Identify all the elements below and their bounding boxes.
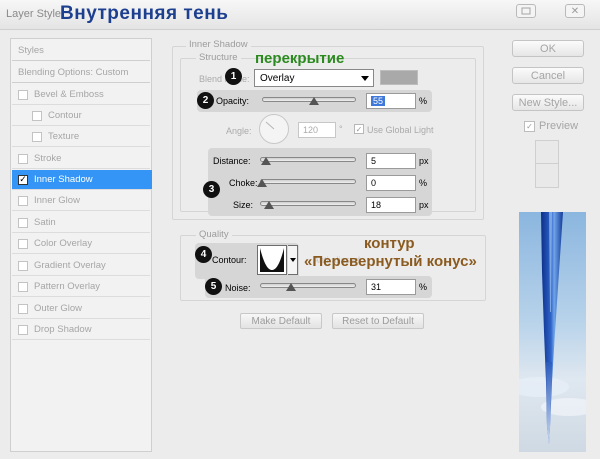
noise-label: Noise: [225,283,251,293]
blend-mode-value: Overlay [260,72,295,84]
style-item-inner-glow[interactable]: Inner Glow [12,191,150,211]
distance-unit: px [419,156,429,166]
angle-field[interactable]: 120 [298,122,336,138]
noise-slider-thumb[interactable] [286,283,297,291]
drop-shadow-checkbox[interactable] [18,324,28,335]
styles-list: Styles Blending Options: Custom Bevel & … [10,38,152,452]
distance-slider-thumb[interactable] [260,157,271,165]
size-label: Size: [233,200,254,210]
noise-unit: % [419,282,428,292]
new-style-button[interactable]: New Style... [512,94,584,111]
step-marker-5: 5 [205,278,222,295]
preview-label: Preview [539,120,579,132]
inner-shadow-checkbox[interactable]: ✓ [18,174,28,185]
opacity-label: Opacity: [216,96,250,106]
style-item-blending-options[interactable]: Blending Options: Custom [12,63,150,83]
opacity-field[interactable]: 55 [366,93,416,109]
preview-checkbox[interactable]: ✓ [524,121,535,132]
blend-color-swatch[interactable] [380,70,418,85]
chevron-down-icon [361,76,369,81]
choke-label: Choke: [229,178,258,188]
style-item-gradient-overlay[interactable]: Gradient Overlay [12,256,150,276]
color-overlay-checkbox[interactable] [18,238,28,249]
contour-checkbox[interactable] [32,110,42,121]
pattern-overlay-checkbox[interactable] [18,281,28,292]
opacity-unit: % [419,96,428,106]
style-item-texture[interactable]: Texture [12,127,150,147]
step-marker-3: 3 [203,181,220,198]
style-item-satin[interactable]: Satin [12,213,150,233]
gradient-overlay-checkbox[interactable] [18,260,28,271]
chevron-down-icon [289,258,296,262]
angle-unit: ° [339,124,343,134]
distance-slider[interactable] [260,157,356,162]
size-slider[interactable] [260,201,356,206]
outer-glow-checkbox[interactable] [18,303,28,314]
size-field[interactable]: 18 [366,197,416,213]
angle-dial[interactable] [259,114,289,144]
annotation-overlap: перекрытие [255,50,345,67]
opacity-slider-thumb[interactable] [308,97,319,105]
inner-shadow-group-title: Inner Shadow [186,39,251,50]
choke-slider[interactable] [260,179,356,184]
preview-swatch [535,140,559,164]
choke-slider-thumb[interactable] [257,179,267,187]
inverted-cone-contour-icon [260,248,284,272]
annotation-contour: контур [364,235,415,252]
size-slider-thumb[interactable] [263,201,274,209]
step-marker-1: 1 [225,68,242,85]
noise-field[interactable]: 31 [366,279,416,295]
tutorial-title: Внутренняя тень [60,3,229,24]
style-item-bevel-emboss[interactable]: Bevel & Emboss [12,85,150,105]
minimize-icon[interactable] [516,4,536,18]
quality-title: Quality [196,229,232,240]
satin-checkbox[interactable] [18,217,28,228]
style-item-pattern-overlay[interactable]: Pattern Overlay [12,277,150,297]
close-icon[interactable]: ✕ [565,4,585,18]
reset-to-default-button[interactable]: Reset to Default [332,313,424,329]
style-item-drop-shadow[interactable]: Drop Shadow [12,320,150,340]
size-unit: px [419,200,429,210]
styles-header[interactable]: Styles [12,41,150,61]
icicle-preview-image [519,212,586,452]
angle-label: Angle: [226,126,252,136]
texture-checkbox[interactable] [32,131,42,142]
stroke-checkbox[interactable] [18,153,28,164]
contour-picker[interactable] [257,245,287,275]
structure-title: Structure [196,52,241,63]
step-marker-4: 4 [195,246,212,263]
choke-field[interactable]: 0 [366,175,416,191]
blend-mode-select[interactable]: Overlay [254,69,374,87]
make-default-button[interactable]: Make Default [240,313,322,329]
inner-glow-checkbox[interactable] [18,195,28,206]
window-title: Layer Style [6,8,62,20]
global-light-checkbox[interactable]: ✓ [354,124,364,134]
preview-swatch-lower [535,164,559,188]
contour-label: Contour: [212,255,247,265]
bevel-emboss-checkbox[interactable] [18,89,28,100]
style-item-inner-shadow[interactable]: ✓ Inner Shadow [12,170,152,190]
style-item-color-overlay[interactable]: Color Overlay [12,234,150,254]
annotation-inverted-cone: «Перевернутый конус» [304,253,477,270]
noise-slider[interactable] [260,283,356,288]
global-light-label: Use Global Light [367,125,434,135]
style-item-stroke[interactable]: Stroke [12,149,150,169]
ok-button[interactable]: OK [512,40,584,57]
distance-label: Distance: [213,156,251,166]
distance-field[interactable]: 5 [366,153,416,169]
contour-dropdown[interactable] [288,245,298,275]
style-item-contour[interactable]: Contour [12,106,150,126]
cancel-button[interactable]: Cancel [512,67,584,84]
choke-unit: % [419,178,428,188]
style-item-outer-glow[interactable]: Outer Glow [12,299,150,319]
opacity-value: 55 [371,96,386,106]
step-marker-2: 2 [197,92,214,109]
